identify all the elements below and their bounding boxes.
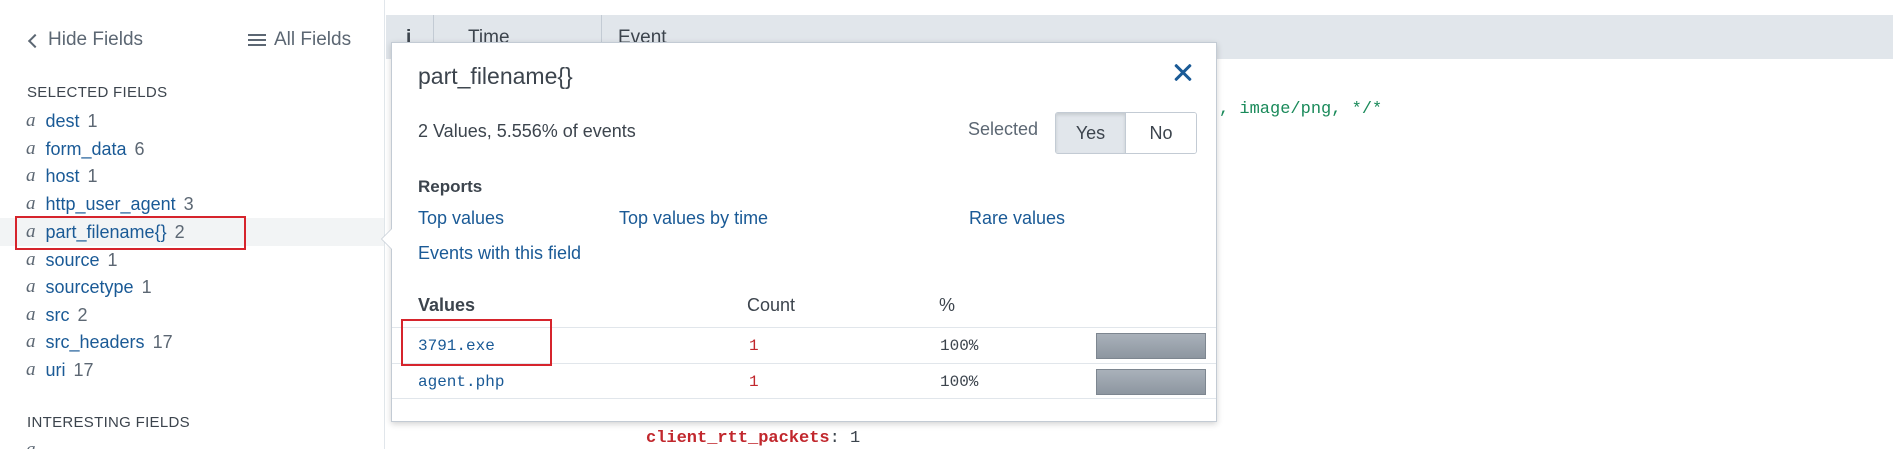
popover-arrow [381, 228, 392, 250]
field-count: 2 [77, 304, 88, 325]
string-type-icon: a [26, 439, 36, 449]
event-field-line: client_rtt_packets: 1 [646, 429, 860, 448]
string-type-icon: a [26, 359, 36, 380]
list-icon [248, 33, 266, 47]
selected-label: Selected [968, 119, 1039, 139]
field-count: 17 [152, 331, 173, 352]
field-name: host [45, 165, 80, 186]
values-column-header: Values [418, 295, 476, 315]
field-count: 1 [107, 249, 118, 270]
interesting-fields-heading: INTERESTING FIELDS [27, 414, 190, 431]
values-summary: 2 Values, 5.556% of events [418, 121, 636, 141]
percent-bar-track [1096, 333, 1206, 359]
count-column-header: Count [747, 295, 796, 315]
field-item-uri[interactable]: a uri 17 [0, 356, 384, 384]
string-type-icon: a [26, 249, 36, 270]
field-name: part_filename{} [45, 221, 167, 242]
field-name: dest [45, 110, 80, 131]
fields-sidebar: Hide Fields All Fields SELECTED FIELDS a… [0, 0, 385, 449]
field-name: form_data [45, 138, 127, 159]
field-count: 6 [134, 138, 145, 159]
event-field-value[interactable]: 1 [850, 429, 860, 448]
percent-bar [1096, 369, 1206, 395]
percent-column-header: % [939, 295, 956, 315]
selected-toggle: Yes No [1055, 112, 1197, 154]
selected-no-button[interactable]: No [1126, 113, 1196, 153]
field-name: uri [45, 359, 66, 380]
field-item-host[interactable]: a host 1 [0, 162, 384, 190]
field-item-src-headers[interactable]: a src_headers 17 [0, 328, 384, 356]
value-percent: 100% [940, 373, 979, 391]
string-type-icon: a [26, 276, 36, 297]
field-count: 1 [87, 165, 98, 186]
string-type-icon: a [26, 110, 36, 131]
values-table-header: Values Count % [392, 287, 1216, 321]
field-item-source[interactable]: a source 1 [0, 246, 384, 274]
popover-title: part_filename{} [418, 63, 573, 89]
value-count: 1 [749, 373, 759, 391]
event-field-separator: : [829, 429, 851, 448]
field-name: source [45, 249, 100, 270]
string-type-icon: a [26, 193, 36, 214]
table-row[interactable]: 3791.exe 1 100% [392, 327, 1216, 363]
value-link[interactable]: 3791.exe [418, 337, 495, 355]
percent-bar-track [1096, 369, 1206, 395]
top-values-by-time-link[interactable]: Top values by time [619, 208, 768, 229]
field-item-form-data[interactable]: a form_data 6 [0, 135, 384, 163]
field-item-dest[interactable]: a dest 1 [0, 107, 384, 135]
close-icon[interactable] [1170, 59, 1196, 85]
field-count: 1 [87, 110, 98, 131]
string-type-icon: a [26, 304, 36, 325]
field-name: src_headers [45, 331, 145, 352]
value-count: 1 [749, 337, 759, 355]
string-type-icon: a [26, 165, 36, 186]
event-field-key[interactable]: client_rtt_packets [646, 429, 830, 448]
all-fields-label: All Fields [274, 29, 352, 50]
percent-bar [1096, 333, 1206, 359]
rare-values-link[interactable]: Rare values [969, 208, 1065, 229]
field-item-sourcetype[interactable]: a sourcetype 1 [0, 273, 384, 301]
field-count: 1 [141, 276, 152, 297]
field-name: src [45, 304, 70, 325]
hide-fields-label: Hide Fields [48, 29, 144, 50]
string-type-icon: a [26, 221, 36, 242]
field-item-http-user-agent[interactable]: a http_user_agent 3 [0, 190, 384, 218]
value-link[interactable]: agent.php [418, 373, 504, 391]
field-item-partial[interactable]: a [0, 436, 384, 449]
hide-fields-button[interactable]: Hide Fields [27, 29, 144, 51]
field-count: 2 [174, 221, 185, 242]
field-count: 17 [73, 359, 94, 380]
field-name: sourcetype [45, 276, 134, 297]
all-fields-button[interactable]: All Fields [248, 29, 351, 51]
string-type-icon: a [26, 331, 36, 352]
top-values-link[interactable]: Top values [418, 208, 504, 229]
chevron-left-icon [27, 33, 43, 48]
selected-yes-button[interactable]: Yes [1056, 113, 1126, 153]
table-row[interactable]: agent.php 1 100% [392, 363, 1216, 399]
selected-fields-heading: SELECTED FIELDS [27, 84, 168, 101]
field-count: 3 [183, 193, 194, 214]
field-item-src[interactable]: a src 2 [0, 301, 384, 329]
string-type-icon: a [26, 138, 36, 159]
field-name: http_user_agent [45, 193, 176, 214]
reports-heading: Reports [418, 177, 483, 196]
event-text-fragment: , image/png, */* [1219, 100, 1383, 119]
field-summary-popover: part_filename{} 2 Values, 5.556% of even… [381, 42, 1217, 422]
field-item-part-filename[interactable]: a part_filename{} 2 [0, 218, 384, 246]
value-percent: 100% [940, 337, 979, 355]
events-with-field-link[interactable]: Events with this field [418, 243, 581, 264]
